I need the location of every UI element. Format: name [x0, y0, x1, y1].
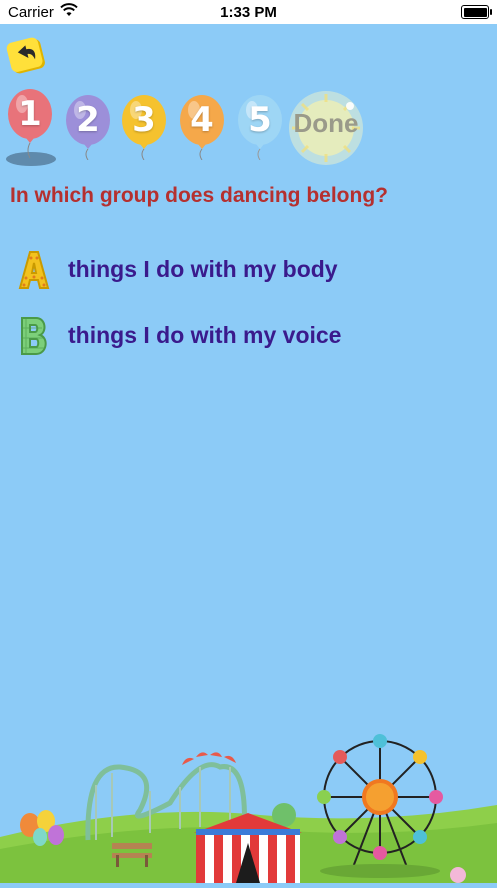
letter-a-icon — [18, 251, 50, 289]
answer-text: things I do with my voice — [68, 322, 342, 348]
step-3-balloon[interactable]: 3 — [120, 88, 168, 161]
status-bar: Carrier 1:33 PM — [0, 0, 497, 24]
step-5-balloon[interactable]: 5 — [236, 88, 284, 161]
done-label: Done — [293, 108, 359, 138]
answer-text: things I do with my body — [68, 256, 338, 282]
battery-icon — [461, 5, 492, 19]
step-number: 4 — [190, 100, 214, 140]
step-number: 3 — [132, 100, 156, 140]
answer-option-a[interactable]: things I do with my body — [16, 248, 486, 292]
back-button[interactable] — [6, 36, 50, 76]
letter-b-icon — [21, 317, 47, 355]
step-2-balloon[interactable]: 2 — [64, 88, 112, 161]
step-1-balloon[interactable]: 1 — [6, 88, 54, 159]
step-progress: 1 2 3 4 5 — [0, 88, 497, 178]
answer-option-b[interactable]: things I do with my voice — [16, 314, 486, 358]
step-number: 1 — [18, 94, 42, 134]
question-text: In which group does dancing belong? — [10, 184, 388, 207]
step-4-balloon[interactable]: 4 — [178, 88, 226, 161]
status-time: 1:33 PM — [220, 4, 277, 21]
step-number: 2 — [76, 100, 100, 140]
step-number: 5 — [248, 100, 272, 140]
back-arrow-icon — [6, 37, 45, 74]
amusement-park-illustration — [0, 725, 497, 883]
